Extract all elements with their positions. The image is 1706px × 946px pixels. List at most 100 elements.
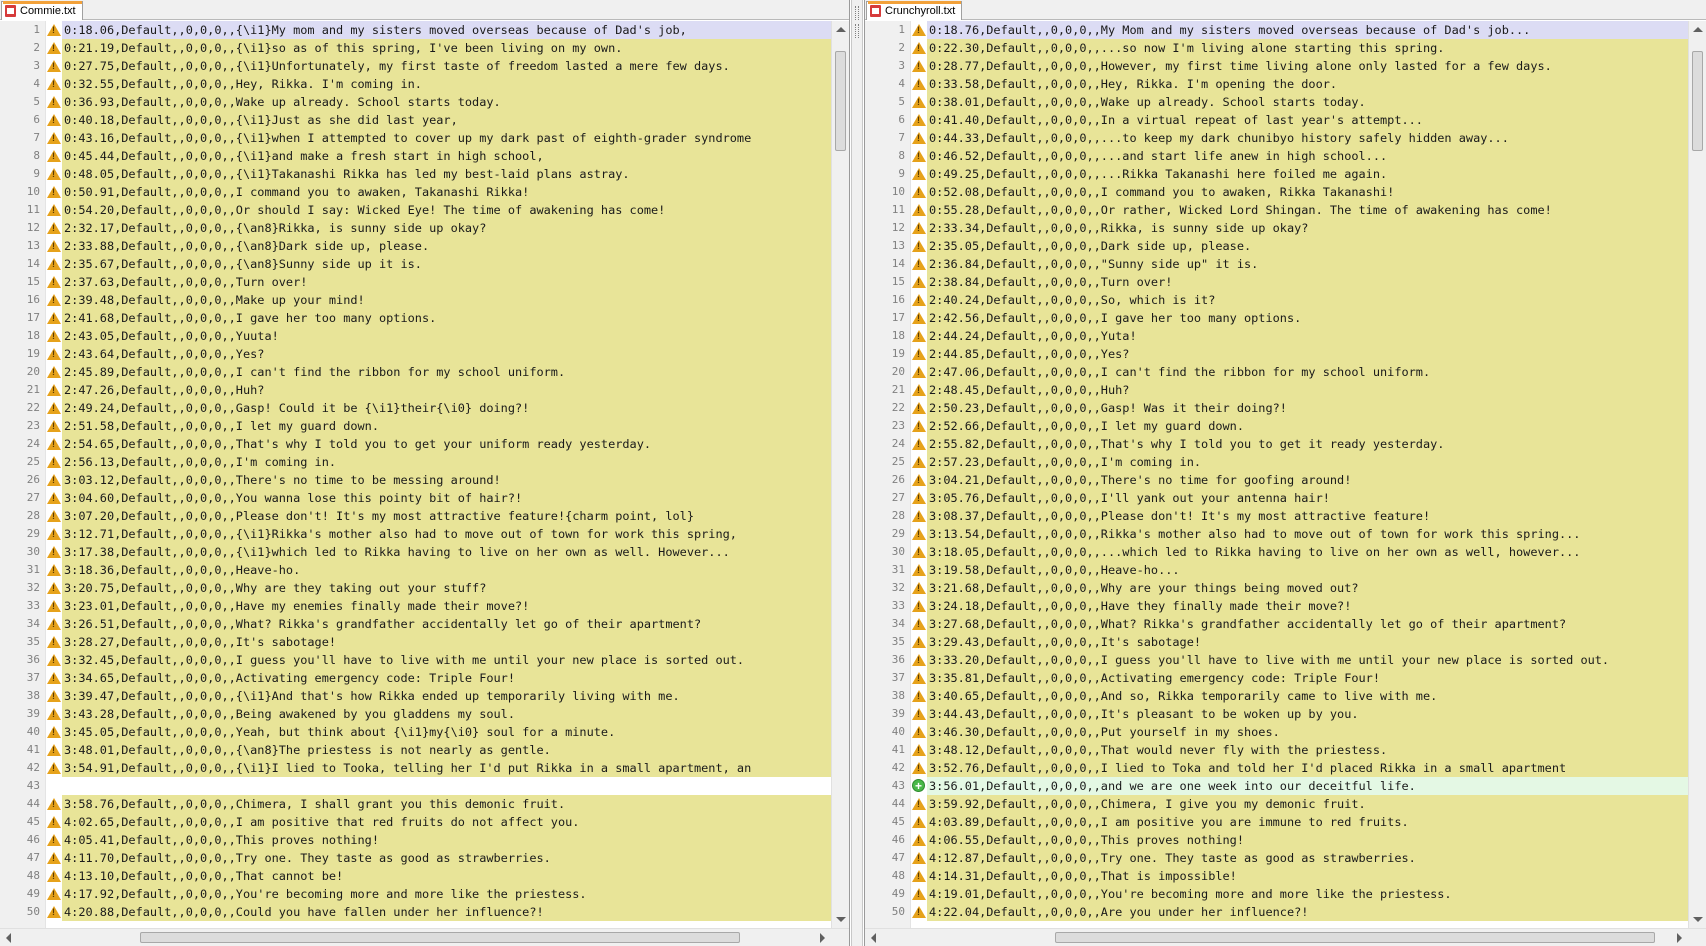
- diff-line[interactable]: 18 2:43.05,Default,,0,0,0,,Yuuta!: [0, 327, 831, 345]
- diff-line[interactable]: 25 2:56.13,Default,,0,0,0,,I'm coming in.: [0, 453, 831, 471]
- diff-line[interactable]: 36 3:32.45,Default,,0,0,0,,I guess you'll…: [0, 651, 831, 669]
- tab-crunchyroll-txt[interactable]: Crunchyroll.txt: [866, 1, 963, 20]
- scroll-right-arrow-icon[interactable]: [1677, 933, 1682, 943]
- diff-line[interactable]: 4 0:32.55,Default,,0,0,0,,Hey, Rikka. I'm…: [0, 75, 831, 93]
- diff-line[interactable]: 2 0:21.19,Default,,0,0,0,,{\i1}so as of t…: [0, 39, 831, 57]
- diff-line[interactable]: 26 3:04.21,Default,,0,0,0,,There's no tim…: [865, 471, 1688, 489]
- left-horizontal-scrollbar[interactable]: [0, 928, 849, 946]
- diff-line[interactable]: 7 0:44.33,Default,,0,0,0,,...to keep my d…: [865, 129, 1688, 147]
- scroll-thumb[interactable]: [835, 51, 846, 151]
- diff-line[interactable]: 36 3:33.20,Default,,0,0,0,,I guess you'll…: [865, 651, 1688, 669]
- tab-commie-txt[interactable]: Commie.txt: [1, 1, 83, 20]
- diff-line[interactable]: 50 4:22.04,Default,,0,0,0,,Are you under …: [865, 903, 1688, 921]
- diff-line[interactable]: 6 0:41.40,Default,,0,0,0,,In a virtual re…: [865, 111, 1688, 129]
- diff-line[interactable]: 44 3:58.76,Default,,0,0,0,,Chimera, I sha…: [0, 795, 831, 813]
- scroll-up-arrow-icon[interactable]: [836, 27, 846, 32]
- diff-line[interactable]: 16 2:40.24,Default,,0,0,0,,So, which is i…: [865, 291, 1688, 309]
- diff-line[interactable]: 33 3:23.01,Default,,0,0,0,,Have my enemie…: [0, 597, 831, 615]
- diff-line[interactable]: 8 0:45.44,Default,,0,0,0,,{\i1}and make a…: [0, 147, 831, 165]
- diff-line[interactable]: 8 0:46.52,Default,,0,0,0,,...and start li…: [865, 147, 1688, 165]
- right-editor[interactable]: 1 0:18.76,Default,,0,0,0,,My Mom and my s…: [865, 21, 1688, 928]
- scroll-down-arrow-icon[interactable]: [836, 917, 846, 922]
- right-file-pane[interactable]: Crunchyroll.txt 1 0:18.76,Default,,0,0,0,…: [864, 0, 1706, 946]
- diff-line[interactable]: 30 3:18.05,Default,,0,0,0,,...which led t…: [865, 543, 1688, 561]
- diff-line[interactable]: 22 2:50.23,Default,,0,0,0,,Gasp! Was it t…: [865, 399, 1688, 417]
- diff-line[interactable]: 6 0:40.18,Default,,0,0,0,,{\i1}Just as sh…: [0, 111, 831, 129]
- diff-line[interactable]: 23 2:52.66,Default,,0,0,0,,I let my guard…: [865, 417, 1688, 435]
- diff-line[interactable]: 37 3:35.81,Default,,0,0,0,,Activating eme…: [865, 669, 1688, 687]
- diff-line[interactable]: 34 3:27.68,Default,,0,0,0,,What? Rikka's …: [865, 615, 1688, 633]
- diff-line[interactable]: 39 3:44.43,Default,,0,0,0,,It's pleasant …: [865, 705, 1688, 723]
- diff-line[interactable]: 11 0:55.28,Default,,0,0,0,,Or rather, Wic…: [865, 201, 1688, 219]
- diff-line[interactable]: 47 4:12.87,Default,,0,0,0,,Try one. They …: [865, 849, 1688, 867]
- diff-line[interactable]: 49 4:19.01,Default,,0,0,0,,You're becomin…: [865, 885, 1688, 903]
- diff-line[interactable]: 12 2:32.17,Default,,0,0,0,,{\an8}Rikka, i…: [0, 219, 831, 237]
- diff-line[interactable]: 28 3:08.37,Default,,0,0,0,,Please don't! …: [865, 507, 1688, 525]
- diff-line[interactable]: 20 2:45.89,Default,,0,0,0,,I can't find t…: [0, 363, 831, 381]
- diff-line[interactable]: 24 2:54.65,Default,,0,0,0,,That's why I t…: [0, 435, 831, 453]
- diff-line[interactable]: 24 2:55.82,Default,,0,0,0,,That's why I t…: [865, 435, 1688, 453]
- diff-line[interactable]: 12 2:33.34,Default,,0,0,0,,Rikka, is sunn…: [865, 219, 1688, 237]
- scroll-up-arrow-icon[interactable]: [1693, 27, 1703, 32]
- diff-line[interactable]: 46 4:06.55,Default,,0,0,0,,This proves no…: [865, 831, 1688, 849]
- diff-line[interactable]: 10 0:50.91,Default,,0,0,0,,I command you …: [0, 183, 831, 201]
- diff-line[interactable]: 17 2:41.68,Default,,0,0,0,,I gave her too…: [0, 309, 831, 327]
- diff-line[interactable]: 28 3:07.20,Default,,0,0,0,,Please don't! …: [0, 507, 831, 525]
- diff-line[interactable]: 18 2:44.24,Default,,0,0,0,,Yuta!: [865, 327, 1688, 345]
- pane-splitter[interactable]: [851, 0, 863, 946]
- diff-line[interactable]: 43: [0, 777, 831, 795]
- diff-line[interactable]: 1 0:18.06,Default,,0,0,0,,{\i1}My mom and…: [0, 21, 831, 39]
- diff-line[interactable]: 27 3:04.60,Default,,0,0,0,,You wanna lose…: [0, 489, 831, 507]
- right-vertical-scrollbar[interactable]: [1688, 21, 1706, 928]
- diff-line[interactable]: 41 3:48.01,Default,,0,0,0,,{\an8}The prie…: [0, 741, 831, 759]
- diff-line[interactable]: 1 0:18.76,Default,,0,0,0,,My Mom and my s…: [865, 21, 1688, 39]
- diff-line[interactable]: 37 3:34.65,Default,,0,0,0,,Activating eme…: [0, 669, 831, 687]
- diff-line[interactable]: 16 2:39.48,Default,,0,0,0,,Make up your m…: [0, 291, 831, 309]
- diff-line[interactable]: 4 0:33.58,Default,,0,0,0,,Hey, Rikka. I'm…: [865, 75, 1688, 93]
- diff-line[interactable]: 21 2:47.26,Default,,0,0,0,,Huh?: [0, 381, 831, 399]
- diff-line[interactable]: 39 3:43.28,Default,,0,0,0,,Being awakened…: [0, 705, 831, 723]
- diff-line[interactable]: 14 2:36.84,Default,,0,0,0,,"Sunny side up…: [865, 255, 1688, 273]
- diff-line[interactable]: 31 3:19.58,Default,,0,0,0,,Heave-ho...: [865, 561, 1688, 579]
- diff-line[interactable]: 35 3:28.27,Default,,0,0,0,,It's sabotage!: [0, 633, 831, 651]
- diff-line[interactable]: 42 3:52.76,Default,,0,0,0,,I lied to Toka…: [865, 759, 1688, 777]
- left-file-pane[interactable]: Commie.txt 1 0:18.06,Default,,0,0,0,,{\i1…: [0, 0, 850, 946]
- diff-line[interactable]: 3 0:27.75,Default,,0,0,0,,{\i1}Unfortunat…: [0, 57, 831, 75]
- diff-line[interactable]: 27 3:05.76,Default,,0,0,0,,I'll yank out …: [865, 489, 1688, 507]
- diff-line[interactable]: 3 0:28.77,Default,,0,0,0,,However, my fir…: [865, 57, 1688, 75]
- diff-line[interactable]: 33 3:24.18,Default,,0,0,0,,Have they fina…: [865, 597, 1688, 615]
- scroll-left-arrow-icon[interactable]: [871, 933, 876, 943]
- diff-line[interactable]: 9 0:49.25,Default,,0,0,0,,...Rikka Takana…: [865, 165, 1688, 183]
- diff-line[interactable]: 17 2:42.56,Default,,0,0,0,,I gave her too…: [865, 309, 1688, 327]
- diff-line[interactable]: 30 3:17.38,Default,,0,0,0,,{\i1}which led…: [0, 543, 831, 561]
- scroll-right-arrow-icon[interactable]: [820, 933, 825, 943]
- diff-line[interactable]: 45 4:02.65,Default,,0,0,0,,I am positive …: [0, 813, 831, 831]
- diff-line[interactable]: 35 3:29.43,Default,,0,0,0,,It's sabotage!: [865, 633, 1688, 651]
- diff-line[interactable]: 40 3:46.30,Default,,0,0,0,,Put yourself i…: [865, 723, 1688, 741]
- diff-line[interactable]: 48 4:14.31,Default,,0,0,0,,That is imposs…: [865, 867, 1688, 885]
- diff-line[interactable]: 32 3:21.68,Default,,0,0,0,,Why are your t…: [865, 579, 1688, 597]
- diff-line[interactable]: 47 4:11.70,Default,,0,0,0,,Try one. They …: [0, 849, 831, 867]
- diff-line[interactable]: 5 0:36.93,Default,,0,0,0,,Wake up already…: [0, 93, 831, 111]
- diff-line[interactable]: 32 3:20.75,Default,,0,0,0,,Why are they t…: [0, 579, 831, 597]
- diff-line[interactable]: 23 2:51.58,Default,,0,0,0,,I let my guard…: [0, 417, 831, 435]
- diff-line[interactable]: 48 4:13.10,Default,,0,0,0,,That cannot be…: [0, 867, 831, 885]
- diff-line[interactable]: 29 3:12.71,Default,,0,0,0,,{\i1}Rikka's m…: [0, 525, 831, 543]
- diff-line[interactable]: 46 4:05.41,Default,,0,0,0,,This proves no…: [0, 831, 831, 849]
- left-editor[interactable]: 1 0:18.06,Default,,0,0,0,,{\i1}My mom and…: [0, 21, 831, 928]
- diff-line[interactable]: 29 3:13.54,Default,,0,0,0,,Rikka's mother…: [865, 525, 1688, 543]
- diff-line[interactable]: 15 2:38.84,Default,,0,0,0,,Turn over!: [865, 273, 1688, 291]
- diff-line[interactable]: 34 3:26.51,Default,,0,0,0,,What? Rikka's …: [0, 615, 831, 633]
- diff-line[interactable]: 20 2:47.06,Default,,0,0,0,,I can't find t…: [865, 363, 1688, 381]
- scroll-thumb[interactable]: [140, 932, 740, 943]
- diff-line[interactable]: 19 2:44.85,Default,,0,0,0,,Yes?: [865, 345, 1688, 363]
- right-horizontal-scrollbar[interactable]: [865, 928, 1706, 946]
- diff-line[interactable]: 9 0:48.05,Default,,0,0,0,,{\i1}Takanashi …: [0, 165, 831, 183]
- diff-line[interactable]: 45 4:03.89,Default,,0,0,0,,I am positive …: [865, 813, 1688, 831]
- diff-line[interactable]: 38 3:40.65,Default,,0,0,0,,And so, Rikka …: [865, 687, 1688, 705]
- diff-line[interactable]: 40 3:45.05,Default,,0,0,0,,Yeah, but thin…: [0, 723, 831, 741]
- diff-line[interactable]: 13 2:33.88,Default,,0,0,0,,{\an8}Dark sid…: [0, 237, 831, 255]
- diff-line[interactable]: 50 4:20.88,Default,,0,0,0,,Could you have…: [0, 903, 831, 921]
- diff-line[interactable]: 14 2:35.67,Default,,0,0,0,,{\an8}Sunny si…: [0, 255, 831, 273]
- diff-line[interactable]: 7 0:43.16,Default,,0,0,0,,{\i1}when I att…: [0, 129, 831, 147]
